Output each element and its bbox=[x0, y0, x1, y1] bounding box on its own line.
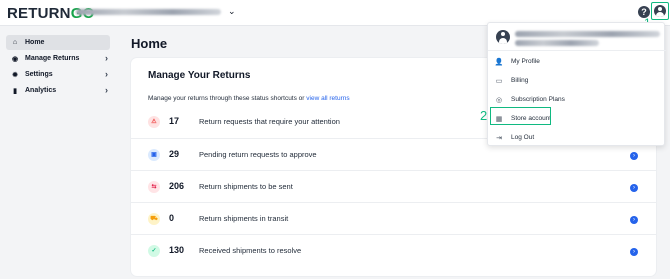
status-count: 130 bbox=[169, 245, 185, 255]
status-label: Return requests that require your attent… bbox=[199, 117, 340, 126]
menu-item-subscription-plans[interactable]: ◎ Subscription Plans bbox=[488, 92, 666, 107]
sidebar-item-label: Settings bbox=[25, 71, 53, 78]
dropdown-user-info bbox=[488, 23, 666, 51]
sidebar: ⌂ Home ◉ Manage Returns › ✹ Settings › ▮… bbox=[0, 27, 116, 279]
chevron-right-icon[interactable]: › bbox=[630, 152, 638, 160]
account-dropdown: 👤 My Profile ▭ Billing ◎ Subscription Pl… bbox=[487, 22, 666, 146]
sidebar-item-label: Analytics bbox=[25, 87, 57, 94]
sidebar-item-manage-returns[interactable]: ◉ Manage Returns › bbox=[6, 51, 110, 66]
status-count: 206 bbox=[169, 181, 185, 191]
status-row-received[interactable]: ✓ 130 Received shipments to resolve › bbox=[131, 234, 656, 266]
chevron-right-icon[interactable]: › bbox=[630, 216, 638, 224]
chevron-right-icon: › bbox=[105, 69, 108, 79]
logout-icon: ⇥ bbox=[496, 134, 502, 142]
page-title: Home bbox=[131, 36, 168, 51]
status-label: Pending return requests to approve bbox=[199, 150, 317, 159]
returns-icon: ◉ bbox=[11, 55, 19, 63]
received-icon: ✓ bbox=[148, 245, 160, 257]
avatar-icon bbox=[654, 5, 666, 17]
store-selector[interactable] bbox=[76, 7, 224, 17]
store-name-redacted bbox=[76, 9, 221, 15]
status-label: Return shipments to be sent bbox=[199, 182, 293, 191]
chevron-down-icon[interactable]: ⌄ bbox=[228, 6, 236, 17]
plans-icon: ◎ bbox=[495, 96, 503, 104]
sidebar-item-analytics[interactable]: ▮ Analytics › bbox=[6, 83, 110, 98]
chevron-right-icon[interactable]: › bbox=[630, 184, 638, 192]
status-label: Return shipments in transit bbox=[199, 214, 289, 223]
chevron-right-icon[interactable]: › bbox=[630, 248, 638, 256]
menu-item-my-profile[interactable]: 👤 My Profile bbox=[488, 54, 666, 69]
warning-icon: ⚠ bbox=[148, 116, 160, 128]
view-all-returns-link[interactable]: view all returns bbox=[306, 95, 349, 102]
status-label: Received shipments to resolve bbox=[199, 246, 302, 255]
sidebar-item-home[interactable]: ⌂ Home bbox=[6, 35, 110, 50]
user-store-redacted bbox=[515, 40, 599, 46]
account-menu-button[interactable] bbox=[651, 2, 669, 20]
card-description: Manage your returns through these status… bbox=[148, 95, 350, 102]
truck-icon: ⛟ bbox=[148, 213, 160, 225]
status-count: 17 bbox=[169, 116, 180, 126]
status-row-in-transit[interactable]: ⛟ 0 Return shipments in transit › bbox=[131, 202, 656, 234]
sidebar-item-label: Manage Returns bbox=[25, 55, 80, 62]
menu-item-billing[interactable]: ▭ Billing bbox=[488, 73, 666, 88]
status-row-to-be-sent[interactable]: ⇆ 206 Return shipments to be sent › bbox=[131, 170, 656, 202]
sidebar-item-label: Home bbox=[25, 39, 45, 46]
step-2-annotation: 2 bbox=[480, 108, 488, 123]
card-title: Manage Your Returns bbox=[148, 70, 251, 81]
bar-chart-icon: ▮ bbox=[13, 87, 17, 95]
gear-icon: ✹ bbox=[12, 71, 18, 79]
billing-icon: ▭ bbox=[495, 77, 503, 85]
chevron-right-icon: › bbox=[105, 85, 108, 95]
user-email-redacted bbox=[515, 31, 660, 37]
pending-icon: ▣ bbox=[148, 149, 160, 161]
status-count: 0 bbox=[169, 213, 175, 223]
home-icon: ⌂ bbox=[12, 39, 18, 46]
sidebar-item-settings[interactable]: ✹ Settings › bbox=[6, 67, 110, 82]
user-icon: 👤 bbox=[494, 58, 504, 66]
shipment-send-icon: ⇆ bbox=[148, 181, 160, 193]
menu-item-log-out[interactable]: ⇥ Log Out bbox=[488, 130, 666, 145]
status-count: 29 bbox=[169, 149, 180, 159]
avatar-icon bbox=[496, 30, 510, 44]
chevron-right-icon: › bbox=[105, 53, 108, 63]
store-account-highlight bbox=[490, 107, 551, 125]
